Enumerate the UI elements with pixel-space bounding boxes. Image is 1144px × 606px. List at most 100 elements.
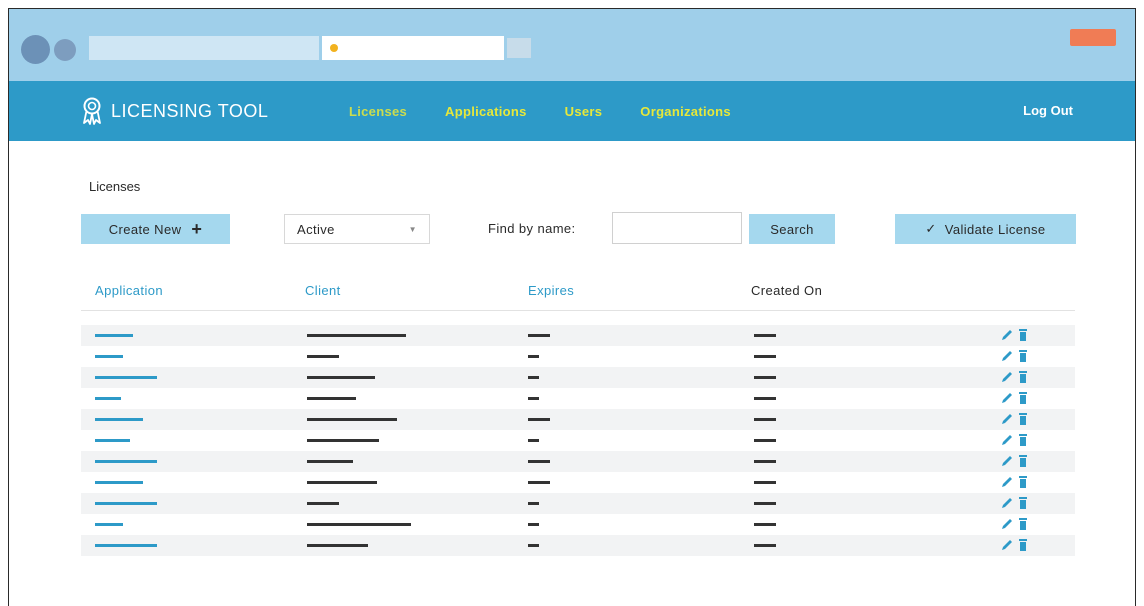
expires-text-placeholder [528, 376, 539, 379]
find-by-name-input[interactable] [612, 212, 742, 244]
validate-license-button[interactable]: ✓ Validate License [895, 214, 1076, 244]
nav-link-users[interactable]: Users [565, 104, 603, 119]
application-link-placeholder[interactable] [95, 397, 121, 400]
pencil-icon[interactable] [1001, 475, 1013, 493]
trash-icon[interactable] [1019, 475, 1027, 493]
trash-icon[interactable] [1019, 412, 1027, 430]
application-link-placeholder[interactable] [95, 439, 130, 442]
column-header-application[interactable]: Application [95, 283, 163, 298]
application-link-placeholder[interactable] [95, 481, 143, 484]
column-header-expires[interactable]: Expires [528, 283, 574, 298]
created-on-text-placeholder [754, 334, 776, 337]
trash-icon[interactable] [1019, 496, 1027, 514]
row-actions [1001, 496, 1027, 514]
client-text-placeholder [307, 418, 397, 421]
row-actions [1001, 370, 1027, 388]
brand-title: LICENSING TOOL [111, 100, 269, 121]
browser-window: LICENSING TOOL Licenses Applications Use… [8, 8, 1136, 606]
licenses-table-body [81, 325, 1075, 556]
browser-tab[interactable] [322, 36, 504, 60]
chevron-down-icon: ▼ [408, 224, 417, 234]
trash-icon[interactable] [1019, 454, 1027, 472]
status-filter-value: Active [297, 221, 335, 237]
column-header-client[interactable]: Client [305, 283, 341, 298]
created-on-text-placeholder [754, 439, 776, 442]
new-tab-button[interactable] [507, 38, 531, 58]
table-row [81, 409, 1075, 430]
application-link-placeholder[interactable] [95, 418, 143, 421]
application-link-placeholder[interactable] [95, 544, 157, 547]
favicon-icon [330, 44, 338, 52]
page-title: Licenses [89, 179, 141, 194]
created-on-text-placeholder [754, 502, 776, 505]
validate-license-label: Validate License [944, 221, 1046, 237]
pencil-icon[interactable] [1001, 370, 1013, 388]
client-text-placeholder [307, 544, 368, 547]
row-actions [1001, 475, 1027, 493]
created-on-text-placeholder [754, 355, 776, 358]
trash-icon[interactable] [1019, 328, 1027, 346]
trash-icon[interactable] [1019, 433, 1027, 451]
application-link-placeholder[interactable] [95, 334, 133, 337]
application-link-placeholder[interactable] [95, 502, 157, 505]
trash-icon[interactable] [1019, 349, 1027, 367]
client-text-placeholder [307, 397, 356, 400]
window-control-dot[interactable] [54, 39, 76, 61]
trash-icon[interactable] [1019, 517, 1027, 535]
nav-link-licenses[interactable]: Licenses [349, 104, 407, 119]
column-header-created-on: Created On [751, 283, 823, 298]
expires-text-placeholder [528, 334, 550, 337]
create-new-label: Create New [108, 221, 182, 237]
pencil-icon[interactable] [1001, 349, 1013, 367]
logout-link[interactable]: Log Out [1023, 103, 1073, 118]
client-text-placeholder [307, 523, 411, 526]
pencil-icon[interactable] [1001, 517, 1013, 535]
trash-icon[interactable] [1019, 391, 1027, 409]
plus-icon: + [191, 219, 203, 239]
row-actions [1001, 538, 1027, 556]
expires-text-placeholder [528, 397, 539, 400]
trash-icon[interactable] [1019, 538, 1027, 556]
row-actions [1001, 391, 1027, 409]
created-on-text-placeholder [754, 397, 776, 400]
browser-chrome [9, 9, 1135, 81]
row-actions [1001, 454, 1027, 472]
created-on-text-placeholder [754, 460, 776, 463]
table-header-divider [81, 310, 1075, 311]
created-on-text-placeholder [754, 376, 776, 379]
table-row [81, 472, 1075, 493]
pencil-icon[interactable] [1001, 538, 1013, 556]
created-on-text-placeholder [754, 418, 776, 421]
pencil-icon[interactable] [1001, 433, 1013, 451]
pencil-icon[interactable] [1001, 391, 1013, 409]
main-nav: Licenses Applications Users Organization… [349, 81, 769, 141]
table-row [81, 325, 1075, 346]
pencil-icon[interactable] [1001, 412, 1013, 430]
expires-text-placeholder [528, 439, 539, 442]
expires-text-placeholder [528, 460, 550, 463]
expires-text-placeholder [528, 523, 539, 526]
pencil-icon[interactable] [1001, 454, 1013, 472]
pencil-icon[interactable] [1001, 496, 1013, 514]
create-new-button[interactable]: Create New + [81, 214, 230, 244]
trash-icon[interactable] [1019, 370, 1027, 388]
created-on-text-placeholder [754, 481, 776, 484]
window-control-dot[interactable] [21, 35, 50, 64]
nav-link-applications[interactable]: Applications [445, 104, 527, 119]
nav-link-organizations[interactable]: Organizations [640, 104, 731, 119]
status-filter-select[interactable]: Active ▼ [284, 214, 430, 244]
table-row [81, 388, 1075, 409]
application-link-placeholder[interactable] [95, 523, 123, 526]
row-actions [1001, 517, 1027, 535]
pencil-icon[interactable] [1001, 328, 1013, 346]
application-link-placeholder[interactable] [95, 460, 157, 463]
application-link-placeholder[interactable] [95, 355, 123, 358]
expires-text-placeholder [528, 502, 539, 505]
search-button[interactable]: Search [749, 214, 835, 244]
application-link-placeholder[interactable] [95, 376, 157, 379]
table-row [81, 346, 1075, 367]
client-text-placeholder [307, 460, 353, 463]
address-bar[interactable] [89, 36, 319, 60]
close-window-button[interactable] [1070, 29, 1116, 46]
brand[interactable]: LICENSING TOOL [81, 95, 268, 127]
